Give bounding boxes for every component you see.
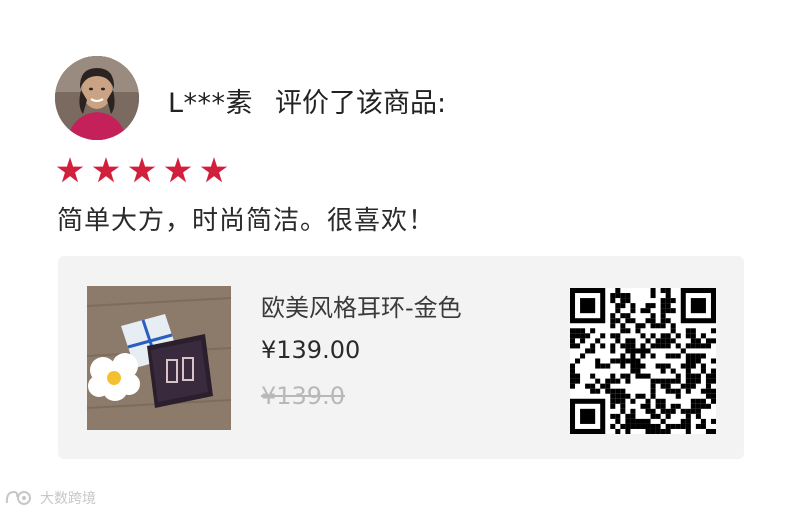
- review-text: 简单大方，时尚简洁。很喜欢！: [57, 206, 436, 236]
- qr-code[interactable]: [570, 288, 716, 434]
- product-card[interactable]: 欧美风格耳环-金色 ¥139.00 ¥139.0: [58, 256, 744, 459]
- star-icon: [200, 157, 228, 183]
- star-icon: [92, 157, 120, 183]
- product-price: ¥139.00: [261, 336, 361, 364]
- review-header: L***素 评价了该商品:: [168, 80, 446, 120]
- review-action-text: 评价了该商品:: [275, 87, 447, 119]
- star-icon: [128, 157, 156, 183]
- product-name[interactable]: 欧美风格耳环-金色: [261, 288, 462, 323]
- watermark-text: 大数跨境: [40, 491, 96, 507]
- product-image[interactable]: [87, 286, 231, 430]
- reviewer-avatar: [55, 56, 139, 140]
- product-original-price: ¥139.0: [261, 382, 345, 410]
- star-icon: [164, 157, 192, 183]
- brand-logo-icon: [5, 490, 31, 505]
- rating-stars: [56, 156, 228, 184]
- watermark: 大数跨境: [4, 488, 96, 508]
- reviewer-name: L***素: [168, 87, 254, 119]
- star-icon: [56, 157, 84, 183]
